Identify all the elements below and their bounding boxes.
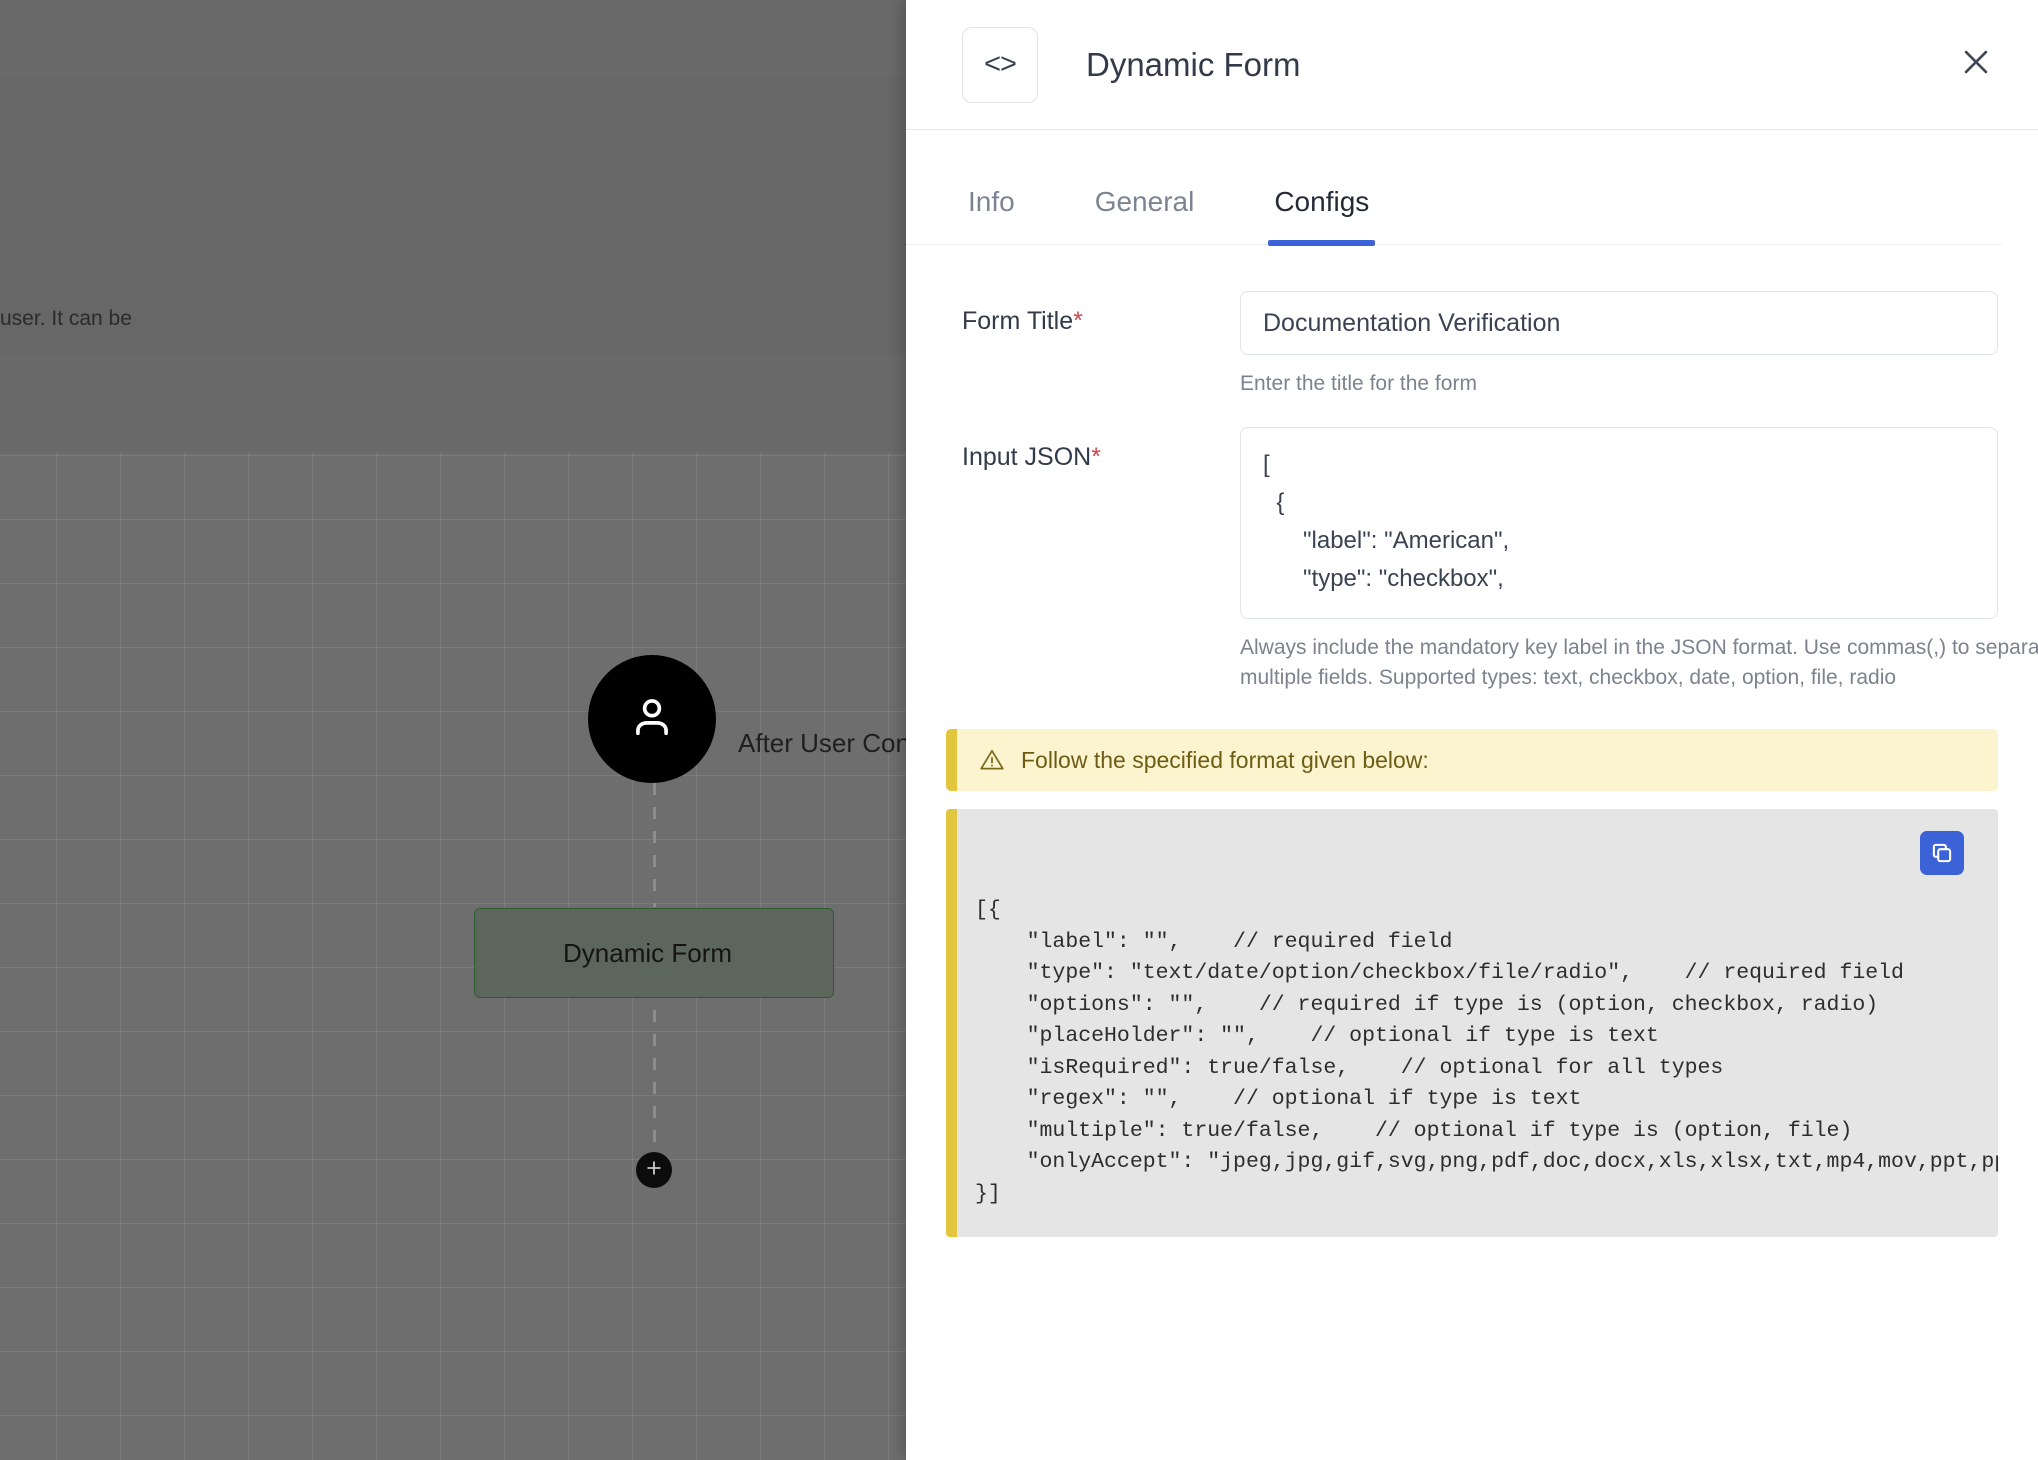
form-title-hint: Enter the title for the form	[1240, 372, 1477, 395]
tab-general[interactable]: General	[1089, 186, 1201, 244]
form-title-row: Form Title* Enter the title for the form	[962, 291, 1998, 399]
user-node[interactable]	[588, 655, 716, 783]
form-title-control: Enter the title for the form	[1240, 291, 1998, 399]
canvas-band-description	[0, 355, 910, 453]
format-alert-banner: Follow the specified format given below:	[946, 729, 1998, 791]
panel-title: Dynamic Form	[1086, 45, 1301, 83]
code-sample-text: [{ "label": "", // required field "type"…	[975, 898, 1998, 1206]
copy-icon[interactable]	[1920, 831, 1964, 875]
format-alert-text: Follow the specified format given below:	[1021, 746, 1429, 773]
required-asterisk: *	[1091, 443, 1101, 471]
format-code-sample: [{ "label": "", // required field "type"…	[946, 809, 1998, 1237]
panel-tabs: Info General Configs	[906, 130, 2002, 246]
dynamic-form-side-panel: <> Dynamic Form Info General Configs For…	[906, 0, 2038, 1460]
input-json-label-text: Input JSON	[962, 443, 1092, 471]
required-asterisk: *	[1073, 307, 1083, 335]
add-node-button[interactable]	[636, 1152, 672, 1188]
configs-form: Form Title* Enter the title for the form…	[906, 245, 2038, 693]
dynamic-form-node[interactable]: Dynamic Form	[474, 908, 834, 998]
panel-header: <> Dynamic Form	[906, 0, 2038, 130]
canvas-description-text: user. It can be	[0, 307, 132, 330]
form-title-label: Form Title*	[962, 291, 1240, 336]
close-icon[interactable]	[1948, 34, 2004, 90]
input-json-hint: Always include the mandatory key label i…	[1240, 636, 2038, 689]
form-title-label-text: Form Title	[962, 307, 1074, 335]
input-json-control: [ { "label": "American", "type": "checkb…	[1240, 427, 2038, 693]
person-icon	[626, 691, 678, 748]
canvas-band-top	[0, 0, 910, 78]
code-brackets-icon: <>	[962, 26, 1038, 103]
form-title-input[interactable]	[1240, 291, 1998, 355]
input-json-textarea[interactable]: [ { "label": "American", "type": "checkb…	[1240, 427, 1998, 619]
input-json-row: Input JSON* [ { "label": "American", "ty…	[962, 427, 2038, 693]
input-json-label: Input JSON*	[962, 427, 1240, 472]
user-node-label: After User Con	[738, 728, 910, 758]
tab-configs[interactable]: Configs	[1268, 186, 1376, 246]
flow-connector-lower	[653, 1010, 656, 1160]
flow-connector-upper	[653, 783, 656, 907]
tab-info[interactable]: Info	[962, 186, 1021, 244]
warning-triangle-icon	[979, 747, 1005, 773]
plus-icon	[644, 1158, 664, 1183]
